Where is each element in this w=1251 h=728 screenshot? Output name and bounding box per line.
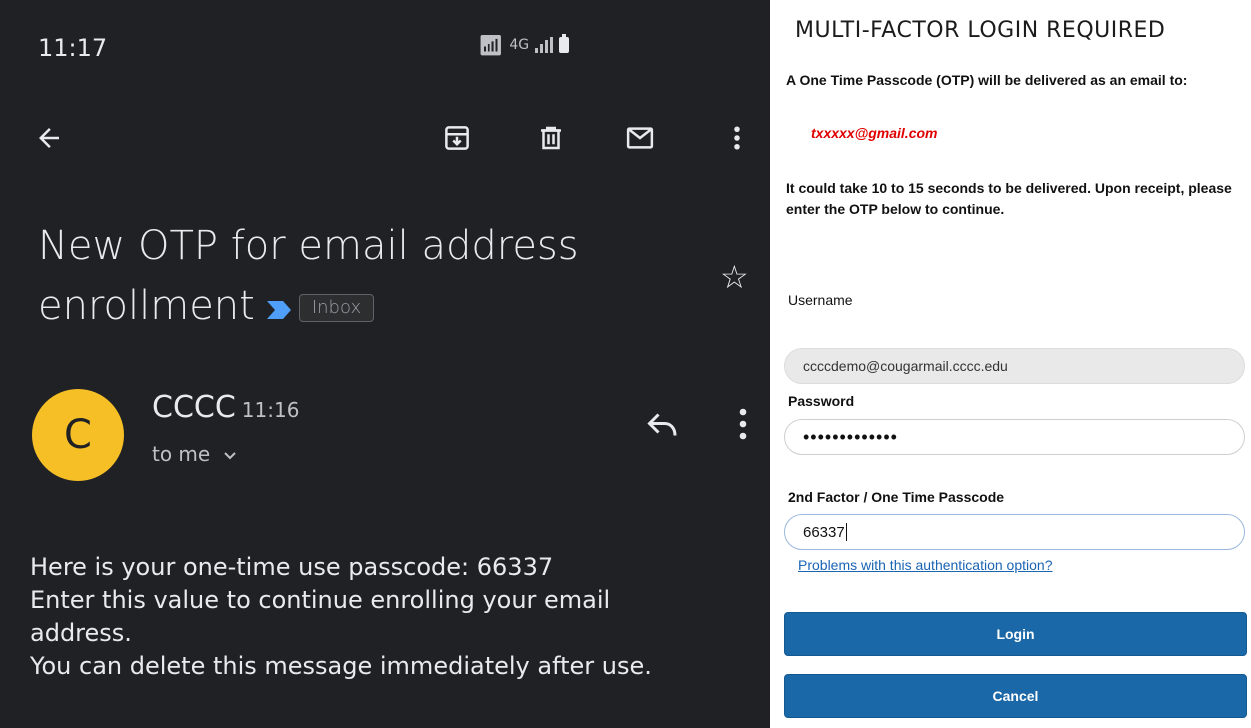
status-time: 11:17: [38, 34, 108, 62]
sender-name: CCCC: [152, 390, 236, 425]
recipient-dropdown[interactable]: to me: [152, 442, 237, 466]
page-title: MULTI-FACTOR LOGIN REQUIRED: [795, 18, 1166, 43]
chevron-down-icon: [223, 452, 236, 460]
login-button[interactable]: Login: [784, 612, 1247, 656]
reply-button[interactable]: [645, 410, 681, 444]
sender-line: CCCC 11:16: [152, 390, 299, 425]
password-label: Password: [788, 393, 855, 409]
inbox-label-badge[interactable]: Inbox: [298, 294, 375, 322]
password-field[interactable]: •••••••••••••: [784, 419, 1245, 455]
status-bar-icons: 📶︎ 4G: [478, 33, 570, 57]
username-field[interactable]: ccccdemo@cougarmail.cccc.edu: [784, 348, 1245, 384]
otp-delivery-note: It could take 10 to 15 seconds to be del…: [786, 180, 1232, 217]
arrow-left-icon: [39, 128, 59, 148]
delete-button[interactable]: [536, 120, 566, 156]
mark-unread-button[interactable]: [624, 120, 656, 156]
important-marker-icon[interactable]: [265, 278, 293, 338]
more-vert-icon: [734, 126, 740, 150]
trash-icon: [541, 126, 561, 150]
more-options-button[interactable]: [722, 120, 752, 156]
masked-email: txxxxx@gmail.com: [811, 125, 938, 141]
body-line: address.: [30, 619, 132, 647]
otp-field[interactable]: 66337: [784, 514, 1245, 550]
mail-icon: [626, 127, 654, 149]
sent-time: 11:16: [241, 398, 300, 422]
archive-icon: [445, 126, 469, 150]
text-caret: [845, 523, 847, 541]
avatar: C: [32, 389, 124, 481]
email-body: Here is your one-time use passcode: 6633…: [30, 551, 760, 683]
cancel-button[interactable]: Cancel: [784, 674, 1247, 718]
message-more-button[interactable]: [733, 406, 753, 446]
signal-icon: [535, 37, 554, 53]
back-button[interactable]: [34, 120, 64, 156]
body-line: You can delete this message immediately …: [30, 652, 652, 680]
network-type: 4G: [509, 37, 530, 53]
otp-value: 66337: [803, 523, 845, 541]
mfa-login-form: MULTI-FACTOR LOGIN REQUIRED A One Time P…: [771, 0, 1251, 728]
auth-problems-link[interactable]: Problems with this authentication option…: [798, 557, 1052, 573]
email-subject: New OTP for email address enrollment Inbo…: [38, 216, 658, 338]
wifi-icon: 📶︎: [478, 33, 504, 57]
reply-icon: [647, 413, 677, 436]
otp-delivery-info: A One Time Passcode (OTP) will be delive…: [786, 72, 1188, 88]
more-vert-icon: [739, 408, 747, 440]
archive-button[interactable]: [442, 120, 472, 156]
username-label: Username: [788, 292, 853, 308]
otp-label: 2nd Factor / One Time Passcode: [788, 489, 1005, 505]
battery-icon: [559, 34, 570, 53]
gmail-phone-screen: 11:17 📶︎ 4G New OTP for email address en…: [0, 0, 770, 728]
star-icon[interactable]: ☆: [720, 258, 749, 296]
recipient-text: to me: [152, 442, 211, 466]
body-line: Enter this value to continue enrolling y…: [30, 586, 611, 614]
body-line: Here is your one-time use passcode: 6633…: [30, 553, 554, 581]
